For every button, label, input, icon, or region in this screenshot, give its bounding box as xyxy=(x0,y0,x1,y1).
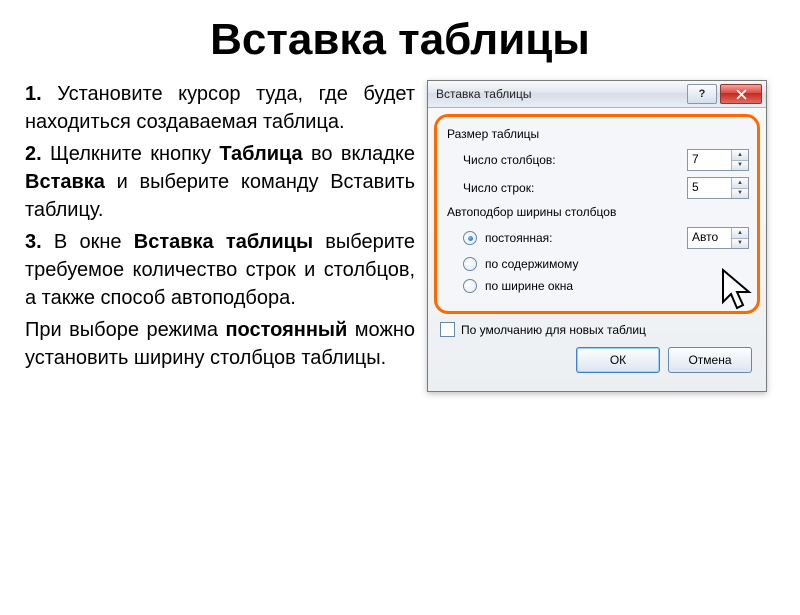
help-button[interactable]: ? xyxy=(687,84,717,104)
dialog-buttons: ОК Отмена xyxy=(434,347,760,383)
dialog-title: Вставка таблицы xyxy=(436,87,684,101)
step-num-3: 3. xyxy=(25,231,42,253)
fixed-width-value[interactable]: Авто xyxy=(688,228,731,248)
radio-fixed-row[interactable]: постоянная: Авто ▲ ▼ xyxy=(463,227,749,249)
highlighted-options: Размер таблицы Число столбцов: 7 ▲ ▼ xyxy=(434,114,760,314)
slide: Вставка таблицы 1. Установите курсор туд… xyxy=(0,15,800,615)
default-label: По умолчанию для новых таблиц xyxy=(461,323,646,337)
rows-spinner[interactable]: 5 ▲ ▼ xyxy=(687,177,749,199)
rows-row: Число строк: 5 ▲ ▼ xyxy=(463,177,749,199)
columns-up[interactable]: ▲ xyxy=(732,150,748,160)
insert-table-dialog: Вставка таблицы ? Размер таблицы Число с… xyxy=(427,80,767,392)
cancel-button[interactable]: Отмена xyxy=(668,347,752,373)
radio-window-row[interactable]: по ширине окна xyxy=(463,279,749,293)
slide-title: Вставка таблицы xyxy=(0,15,800,65)
rows-value[interactable]: 5 xyxy=(688,178,731,198)
rows-down[interactable]: ▼ xyxy=(732,188,748,199)
section-size-label: Размер таблицы xyxy=(447,127,749,141)
default-checkbox-row[interactable]: По умолчанию для новых таблиц xyxy=(440,322,754,337)
rows-label: Число строк: xyxy=(463,181,687,195)
columns-down[interactable]: ▼ xyxy=(732,160,748,171)
close-icon xyxy=(736,89,747,100)
default-checkbox[interactable] xyxy=(440,322,455,337)
columns-label: Число столбцов: xyxy=(463,153,687,167)
radio-fixed-label: постоянная: xyxy=(485,231,687,245)
section-autofit-label: Автоподбор ширины столбцов xyxy=(447,205,749,219)
ok-button[interactable]: ОК xyxy=(576,347,660,373)
fixed-up[interactable]: ▲ xyxy=(732,228,748,238)
rows-up[interactable]: ▲ xyxy=(732,178,748,188)
columns-row: Число столбцов: 7 ▲ ▼ xyxy=(463,149,749,171)
fixed-down[interactable]: ▼ xyxy=(732,238,748,249)
radio-content-row[interactable]: по содержимому xyxy=(463,257,749,271)
instruction-text: 1. Установите курсор туда, где будет нах… xyxy=(25,80,415,392)
fixed-width-spinner[interactable]: Авто ▲ ▼ xyxy=(687,227,749,249)
radio-window-label: по ширине окна xyxy=(485,279,749,293)
radio-content-label: по содержимому xyxy=(485,257,749,271)
close-button[interactable] xyxy=(720,84,762,104)
step-num-1: 1. xyxy=(25,83,42,105)
radio-fixed[interactable] xyxy=(463,231,477,245)
radio-window[interactable] xyxy=(463,279,477,293)
step-num-2: 2. xyxy=(25,143,42,165)
dialog-titlebar[interactable]: Вставка таблицы ? xyxy=(428,81,766,108)
dialog-body: Размер таблицы Число столбцов: 7 ▲ ▼ xyxy=(428,108,766,391)
slide-content: 1. Установите курсор туда, где будет нах… xyxy=(0,80,800,392)
radio-content[interactable] xyxy=(463,257,477,271)
dialog-screenshot: Вставка таблицы ? Размер таблицы Число с… xyxy=(427,80,767,392)
columns-spinner[interactable]: 7 ▲ ▼ xyxy=(687,149,749,171)
columns-value[interactable]: 7 xyxy=(688,150,731,170)
